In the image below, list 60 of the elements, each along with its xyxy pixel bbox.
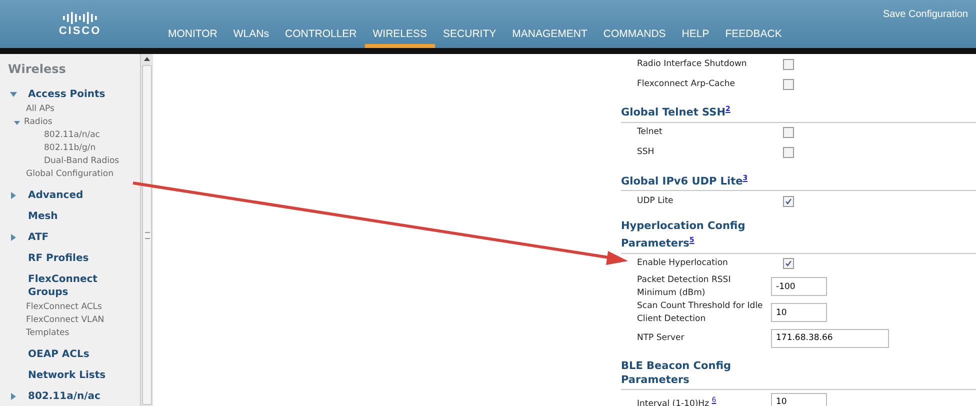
sidebar-section[interactable]: Access Points xyxy=(28,88,106,101)
field-label: NTP Server xyxy=(637,332,686,344)
sidebar-item[interactable]: All APs xyxy=(26,103,54,116)
sidebar-item[interactable]: 802.11a/n/ac xyxy=(44,129,100,142)
expanded-icon[interactable] xyxy=(14,120,20,126)
checkbox[interactable] xyxy=(783,58,794,70)
sidebar-item[interactable]: FlexConnect VLAN Templates xyxy=(26,314,140,340)
menu-tab[interactable]: FEEDBACK xyxy=(717,28,790,48)
scrollbar[interactable] xyxy=(140,54,153,406)
save-configuration-link[interactable]: Save Configuration xyxy=(882,9,968,20)
field-label: Enable Hyperlocation xyxy=(637,257,729,270)
sidebar-section[interactable]: ATF xyxy=(28,231,49,244)
collapsed-icon[interactable] xyxy=(10,234,17,241)
field-label: UDP Lite xyxy=(637,194,674,208)
checkbox[interactable] xyxy=(783,78,794,90)
collapsed-icon[interactable] xyxy=(10,393,17,400)
checkbox[interactable] xyxy=(783,258,794,269)
input-field[interactable]: 171.68.38.66 xyxy=(771,328,889,348)
logo-bars-icon xyxy=(63,12,97,24)
field-label: Radio Interface Shutdown xyxy=(637,58,748,70)
menu-tab[interactable]: MONITOR xyxy=(160,28,226,48)
checkbox[interactable] xyxy=(783,127,794,138)
sidebar-item[interactable]: Dual-Band Radios xyxy=(44,155,120,168)
sidebar-section[interactable]: Network Lists xyxy=(28,369,106,382)
sidebar-section[interactable]: Advanced xyxy=(28,189,84,202)
expanded-icon[interactable] xyxy=(10,91,17,98)
collapsed-icon[interactable] xyxy=(10,192,17,199)
section-heading: BLE Beacon Config Parameters xyxy=(621,358,732,388)
sidebar-item[interactable]: Radios xyxy=(24,116,52,129)
sidebar-title: Wireless xyxy=(8,62,67,76)
menu-tab[interactable]: COMMANDS xyxy=(595,28,674,48)
input-field[interactable]: 10 xyxy=(771,392,827,406)
menu-tab[interactable]: WLANs xyxy=(225,28,277,48)
checkbox[interactable] xyxy=(783,147,794,158)
field-label: Packet Detection RSSI Minimum (dBm) xyxy=(637,274,732,300)
input-field[interactable]: 10 xyxy=(771,303,827,322)
menu-tab[interactable]: MANAGEMENT xyxy=(504,28,596,48)
section-heading: Global Telnet SSH$^{2}$ xyxy=(621,104,732,120)
field-label: SSH xyxy=(637,146,656,159)
section-heading: Global IPv6 UDP Lite$^{3}$ xyxy=(621,172,749,189)
sidebar-item[interactable]: FlexConnect ACLs xyxy=(26,301,102,314)
logo-text: CISCO xyxy=(58,24,102,36)
field-label: Scan Count Threshold for Idle Client Detection xyxy=(637,300,764,326)
section-heading: Hyperlocation Config Parameters$^{5}$ xyxy=(621,219,746,252)
scroll-up-icon[interactable] xyxy=(144,57,150,61)
input-field[interactable]: -100 xyxy=(771,277,827,296)
sidebar-item[interactable]: Global Configuration xyxy=(26,168,114,181)
sidebar-section[interactable]: Mesh xyxy=(28,210,58,223)
sidebar-section[interactable]: RF Profiles xyxy=(28,252,89,265)
menu-tab[interactable]: SECURITY xyxy=(435,28,504,48)
sidebar-section[interactable]: 802.11a/n/ac xyxy=(28,390,100,403)
menu-tab[interactable]: CONTROLLER xyxy=(276,28,365,48)
field-label: Telnet xyxy=(637,126,664,139)
sidebar-section[interactable]: OEAP ACLs xyxy=(28,348,90,361)
sidebar-section[interactable]: FlexConnect Groups xyxy=(28,273,140,299)
menu-tab[interactable]: HELP xyxy=(674,28,718,48)
sidebar-item[interactable]: 802.11b/g/n xyxy=(44,142,96,155)
menu-tab[interactable]: WIRELESS xyxy=(364,28,436,48)
checkbox[interactable] xyxy=(783,196,794,206)
field-label: Flexconnect Arp-Cache xyxy=(637,78,736,90)
